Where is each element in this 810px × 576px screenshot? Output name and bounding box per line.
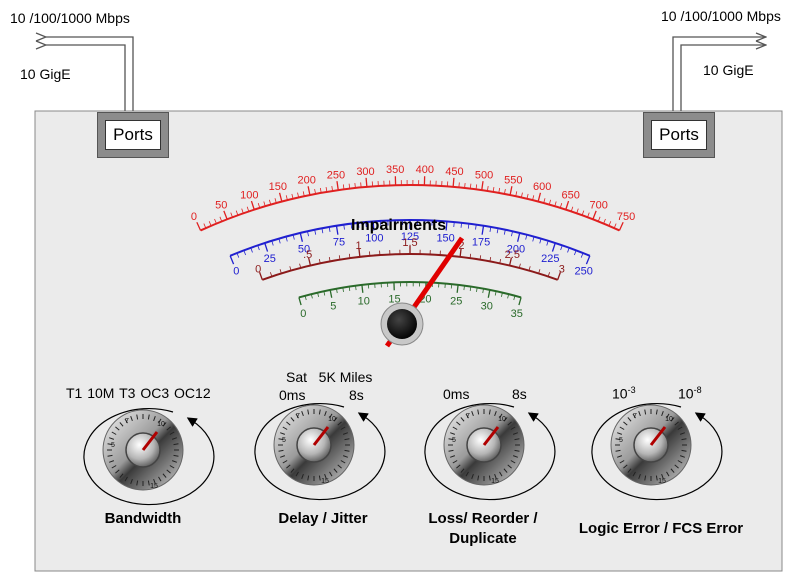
bandwidth-label-oc12: OC12	[174, 385, 211, 401]
meter-scale-label: 150	[269, 181, 287, 193]
meter-scale-label: 650	[562, 189, 580, 201]
meter-scale-label: 30	[481, 301, 493, 313]
bandwidth-top-labels: T1 10M T3 OC3 OC12	[66, 385, 211, 401]
left-link-speed-label: 10 /100/1000 Mbps	[10, 10, 130, 26]
knob-dial-number: 10	[157, 421, 165, 428]
meter-pivot	[387, 309, 417, 339]
meter-tick	[464, 182, 466, 189]
meter-scale-label: 400	[416, 164, 434, 176]
logic-error-max-label: 10-8	[678, 385, 702, 402]
meter-scale-label: 300	[356, 166, 374, 178]
meter-scale-label: 750	[617, 211, 635, 223]
bandwidth-label-t3: T3	[119, 385, 136, 401]
meter-scale-label: 50	[215, 199, 227, 211]
delay-max-label: 8s	[349, 387, 364, 403]
right-link-gige-label: 10 GigE	[703, 62, 754, 78]
meter-scale-label: 2.5	[505, 249, 520, 261]
meter-scale-label: 25	[264, 253, 276, 265]
meter-tick	[354, 182, 356, 189]
delay-jitter-title: Delay / Jitter	[278, 510, 368, 527]
left-link-gige-label: 10 GigE	[20, 66, 71, 82]
loss-min-label: 0ms	[443, 386, 470, 402]
right-link-speed-label: 10 /100/1000 Mbps	[661, 8, 781, 24]
meter-title: Impairments	[351, 217, 447, 234]
bandwidth-title: Bandwidth	[104, 510, 182, 527]
meter-scale-label: 100	[240, 189, 258, 201]
meter-scale-label: 600	[533, 181, 551, 193]
meter-tick	[460, 222, 462, 228]
meter-scale-label: 500	[475, 169, 493, 181]
meter-scale-label: 0	[300, 308, 306, 320]
meter-scale-label: 175	[472, 237, 490, 249]
logic-min-base: 10	[612, 385, 628, 402]
logic-error-title: Logic Error / FCS Error	[578, 520, 744, 537]
loss-reorder-title-line2: Duplicate	[449, 530, 517, 547]
delay-min-label: 0ms	[279, 387, 306, 403]
left-ports-label: Ports	[105, 120, 161, 150]
knob-dial-number: 5	[619, 437, 623, 444]
meter-scale-label: .5	[303, 249, 312, 261]
diagram-stage: 0 50 100 150 200 250 300 350 400 450 500 550 600 650 7…	[0, 0, 810, 576]
knob-dial-number: 15	[491, 478, 499, 485]
logic-max-base: 10	[678, 385, 694, 402]
knob-dial-number: 10	[498, 416, 506, 423]
meter-scale-label: 350	[386, 164, 404, 176]
meter-scale-label: 5	[330, 301, 336, 313]
meter-scale-label: 200	[298, 174, 316, 186]
meter-scale-label: 225	[541, 253, 559, 265]
delay-top-line: Sat 5K Miles	[286, 369, 373, 385]
meter-tick	[445, 221, 448, 231]
knob-dial-number: 15	[150, 483, 158, 490]
logic-error-min-label: 10-3	[612, 385, 636, 402]
loss-reorder-title-line1: Loss/ Reorder /	[428, 510, 538, 527]
meter-scale-label: 25	[450, 296, 462, 308]
meter-scale-label: 450	[445, 166, 463, 178]
right-ports-label: Ports	[651, 120, 707, 150]
meter-scale-label: 550	[504, 174, 522, 186]
logic-min-exp: -3	[627, 385, 636, 395]
knob-dial-number: 15	[321, 478, 329, 485]
knob-dial-number: 7	[633, 413, 637, 420]
meter-tick	[365, 177, 368, 187]
meter-scale-label: 250	[327, 169, 345, 181]
knob-dial-number: 5	[111, 442, 115, 449]
knob-dial-number: 7	[125, 418, 129, 425]
meter-scale-label: 10	[358, 296, 370, 308]
left-ports-box[interactable]: Ports	[97, 112, 169, 158]
meter-scale-label: 250	[575, 266, 593, 278]
meter-tick	[452, 177, 455, 187]
meter-scale-label: 1.5	[402, 237, 417, 249]
right-ports-box[interactable]: Ports	[643, 112, 715, 158]
bandwidth-label-oc3: OC3	[140, 385, 170, 401]
meter-scale-label: 3	[559, 263, 565, 275]
meter-scale-label: 75	[333, 237, 345, 249]
diagram-canvas: 050100150200 250 300 350 400 450 500 5506006507…	[34, 0, 783, 572]
loss-max-label: 8s	[512, 386, 527, 402]
knob-dial-number: 5	[282, 437, 286, 444]
meter-scale-label: 35	[511, 308, 523, 320]
meter-scale-label: 1	[355, 240, 361, 252]
meter-scale-label: 0	[191, 211, 197, 223]
knob-dial-number: 15	[658, 478, 666, 485]
bandwidth-label-t1: T1	[66, 385, 83, 401]
meter-scale-label: 0	[233, 266, 239, 278]
logic-max-exp: -8	[693, 385, 702, 395]
meter-scale-label: 0	[255, 263, 261, 275]
knob-dial-number: 5	[452, 437, 456, 444]
knob-dial-number: 10	[328, 416, 336, 423]
knob-dial-number: 10	[665, 416, 673, 423]
meter-scale-label: 700	[590, 199, 608, 211]
bandwidth-label-10m: 10M	[87, 385, 115, 401]
knob-dial-number: 7	[466, 413, 470, 420]
knob-dial-number: 7	[296, 413, 300, 420]
